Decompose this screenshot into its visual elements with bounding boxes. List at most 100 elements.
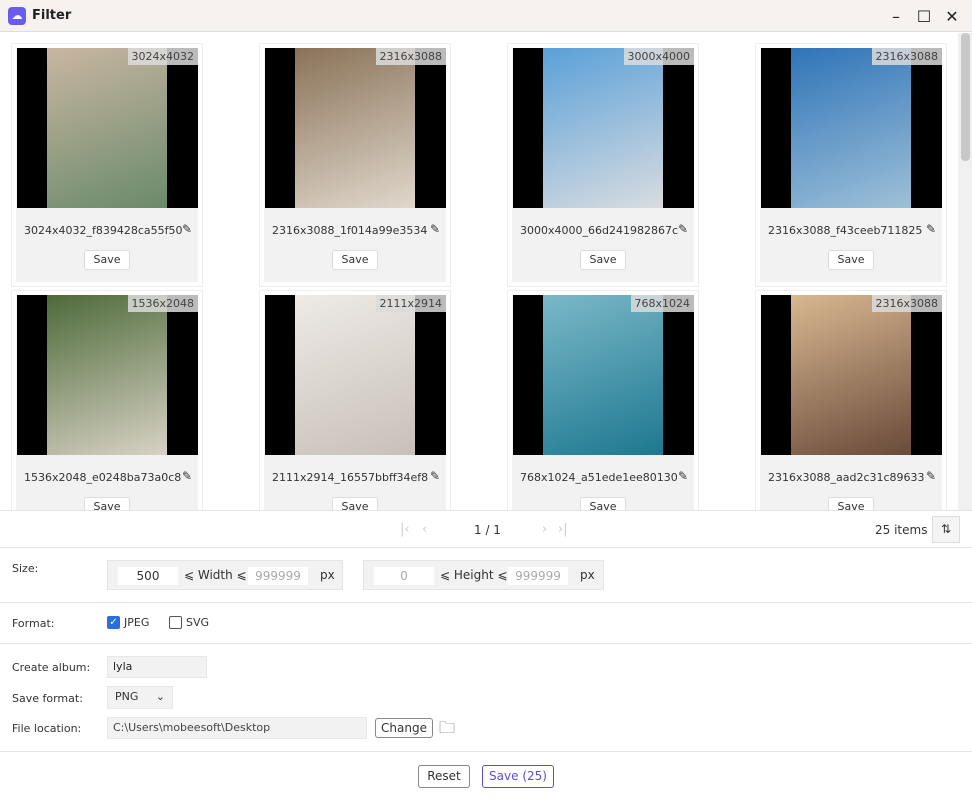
svg-label: SVG bbox=[186, 616, 210, 629]
save-button[interactable]: Save bbox=[84, 497, 130, 510]
image-card[interactable]: 2111x2914 2111x2914_16557bbff34ef8 ✎ Sav… bbox=[259, 290, 451, 510]
output-section: Create album: lyla Save format: PNG ⌄ Fil… bbox=[0, 644, 972, 752]
dimension-badge: 3000x4000 bbox=[623, 48, 694, 65]
dimension-badge: 768x1024 bbox=[630, 295, 694, 312]
dimension-badge: 2316x3088 bbox=[871, 295, 942, 312]
width-max-input[interactable]: 999999 bbox=[248, 567, 308, 585]
save-all-button[interactable]: Save (25) bbox=[482, 765, 554, 788]
save-button[interactable]: Save bbox=[332, 497, 378, 510]
image-card[interactable]: 3000x4000 3000x4000_66d241982867c ✎ Save bbox=[507, 43, 699, 287]
last-page-icon[interactable]: ›| bbox=[558, 522, 568, 537]
prev-page-icon[interactable]: ‹ bbox=[422, 522, 427, 537]
change-button[interactable]: Change bbox=[375, 718, 433, 738]
width-label: ⩽ Width ⩽ bbox=[184, 568, 247, 582]
height-unit: px bbox=[580, 568, 595, 582]
jpeg-label: JPEG bbox=[124, 616, 150, 629]
next-page-icon[interactable]: › bbox=[542, 522, 547, 537]
edit-pencil-icon[interactable]: ✎ bbox=[678, 469, 688, 483]
album-label: Create album: bbox=[12, 661, 91, 674]
close-icon[interactable]: ✕ bbox=[938, 7, 966, 26]
photo bbox=[295, 295, 415, 455]
svg-checkbox[interactable] bbox=[169, 616, 182, 629]
jpeg-checkbox[interactable]: ✓ bbox=[107, 616, 120, 629]
window-title: Filter bbox=[32, 8, 72, 23]
save-button[interactable]: Save bbox=[828, 250, 874, 270]
image-thumbnail[interactable]: 768x1024 bbox=[513, 295, 694, 455]
app-logo-icon: ☁ bbox=[8, 6, 26, 25]
first-page-icon[interactable]: |‹ bbox=[400, 522, 410, 537]
image-thumbnail[interactable]: 2316x3088 bbox=[761, 48, 942, 208]
file-name: 2316x3088_f43ceeb711825 bbox=[768, 224, 923, 237]
photo bbox=[543, 48, 663, 208]
file-name: 768x1024_a51ede1ee80130 bbox=[520, 471, 678, 484]
image-thumbnail[interactable]: 3000x4000 bbox=[513, 48, 694, 208]
minimize-icon[interactable]: – bbox=[882, 7, 910, 26]
file-name: 2111x2914_16557bbff34ef8 bbox=[272, 471, 429, 484]
pagination: |‹ ‹ 1 / 1 › ›| 25 items ⇅ bbox=[0, 510, 972, 548]
image-thumbnail[interactable]: 2316x3088 bbox=[265, 48, 446, 208]
width-min-input[interactable]: 500 bbox=[118, 567, 178, 585]
file-name: 3024x4032_f839428ca55f50 bbox=[24, 224, 183, 237]
image-card[interactable]: 3024x4032 3024x4032_f839428ca55f50 ✎ Sav… bbox=[11, 43, 203, 287]
size-section: Size: 500 ⩽ Width ⩽ 999999 px 0 ⩽ Height… bbox=[0, 548, 972, 603]
edit-pencil-icon[interactable]: ✎ bbox=[182, 222, 192, 236]
width-unit: px bbox=[320, 568, 335, 582]
edit-pencil-icon[interactable]: ✎ bbox=[430, 469, 440, 483]
format-section: Format: ✓ JPEG SVG bbox=[0, 603, 972, 644]
location-input[interactable]: C:\Users\mobeesoft\Desktop bbox=[107, 717, 367, 739]
maximize-icon[interactable]: ☐ bbox=[910, 7, 938, 26]
file-name: 1536x2048_e0248ba73a0c8 bbox=[24, 471, 182, 484]
chevron-down-icon: ⌄ bbox=[155, 690, 165, 703]
dimension-badge: 2316x3088 bbox=[871, 48, 942, 65]
album-input[interactable]: lyla bbox=[107, 656, 207, 678]
save-button[interactable]: Save bbox=[580, 250, 626, 270]
save-button[interactable]: Save bbox=[580, 497, 626, 510]
save-button[interactable]: Save bbox=[332, 250, 378, 270]
image-card[interactable]: 2316x3088 2316x3088_aad2c31c89633 ✎ Save bbox=[755, 290, 947, 510]
photo bbox=[295, 48, 415, 208]
save-button[interactable]: Save bbox=[828, 497, 874, 510]
height-max-input[interactable]: 999999 bbox=[508, 567, 568, 585]
file-name: 3000x4000_66d241982867c bbox=[520, 224, 679, 237]
height-min-input[interactable]: 0 bbox=[374, 567, 434, 585]
image-thumbnail[interactable]: 2316x3088 bbox=[761, 295, 942, 455]
photo bbox=[47, 295, 167, 455]
image-card[interactable]: 2316x3088 2316x3088_1f014a99e3534 ✎ Save bbox=[259, 43, 451, 287]
width-range: 500 ⩽ Width ⩽ 999999 px bbox=[107, 560, 343, 590]
edit-pencil-icon[interactable]: ✎ bbox=[926, 222, 936, 236]
reset-button[interactable]: Reset bbox=[418, 765, 470, 788]
dimension-badge: 2316x3088 bbox=[375, 48, 446, 65]
image-card[interactable]: 2316x3088 2316x3088_f43ceeb711825 ✎ Save bbox=[755, 43, 947, 287]
location-label: File location: bbox=[12, 722, 82, 735]
image-card[interactable]: 1536x2048 1536x2048_e0248ba73a0c8 ✎ Save bbox=[11, 290, 203, 510]
image-thumbnail[interactable]: 1536x2048 bbox=[17, 295, 198, 455]
photo bbox=[47, 48, 167, 208]
image-thumbnail[interactable]: 3024x4032 bbox=[17, 48, 198, 208]
image-card[interactable]: 768x1024 768x1024_a51ede1ee80130 ✎ Save bbox=[507, 290, 699, 510]
edit-pencil-icon[interactable]: ✎ bbox=[182, 469, 192, 483]
edit-pencil-icon[interactable]: ✎ bbox=[430, 222, 440, 236]
scrollbar[interactable] bbox=[958, 33, 972, 510]
photo bbox=[791, 48, 911, 208]
size-label: Size: bbox=[12, 562, 39, 575]
image-thumbnail[interactable]: 2111x2914 bbox=[265, 295, 446, 455]
sort-icon[interactable]: ⇅ bbox=[932, 516, 960, 543]
dimension-badge: 3024x4032 bbox=[127, 48, 198, 65]
edit-pencil-icon[interactable]: ✎ bbox=[678, 222, 688, 236]
photo bbox=[543, 295, 663, 455]
height-label: ⩽ Height ⩽ bbox=[440, 568, 508, 582]
save-format-select[interactable]: PNG ⌄ bbox=[107, 686, 173, 709]
file-name: 2316x3088_1f014a99e3534 bbox=[272, 224, 428, 237]
dimension-badge: 1536x2048 bbox=[127, 295, 198, 312]
folder-icon[interactable]: 🗀 bbox=[439, 717, 455, 744]
format-label: Format: bbox=[12, 617, 55, 630]
save-button[interactable]: Save bbox=[84, 250, 130, 270]
edit-pencil-icon[interactable]: ✎ bbox=[926, 469, 936, 483]
dimension-badge: 2111x2914 bbox=[375, 295, 446, 312]
save-format-label: Save format: bbox=[12, 692, 83, 705]
page-indicator: 1 / 1 bbox=[474, 523, 501, 537]
save-format-value: PNG bbox=[115, 690, 139, 703]
image-grid: 3024x4032 3024x4032_f839428ca55f50 ✎ Sav… bbox=[0, 33, 958, 510]
scrollbar-thumb[interactable] bbox=[961, 33, 970, 161]
photo bbox=[791, 295, 911, 455]
